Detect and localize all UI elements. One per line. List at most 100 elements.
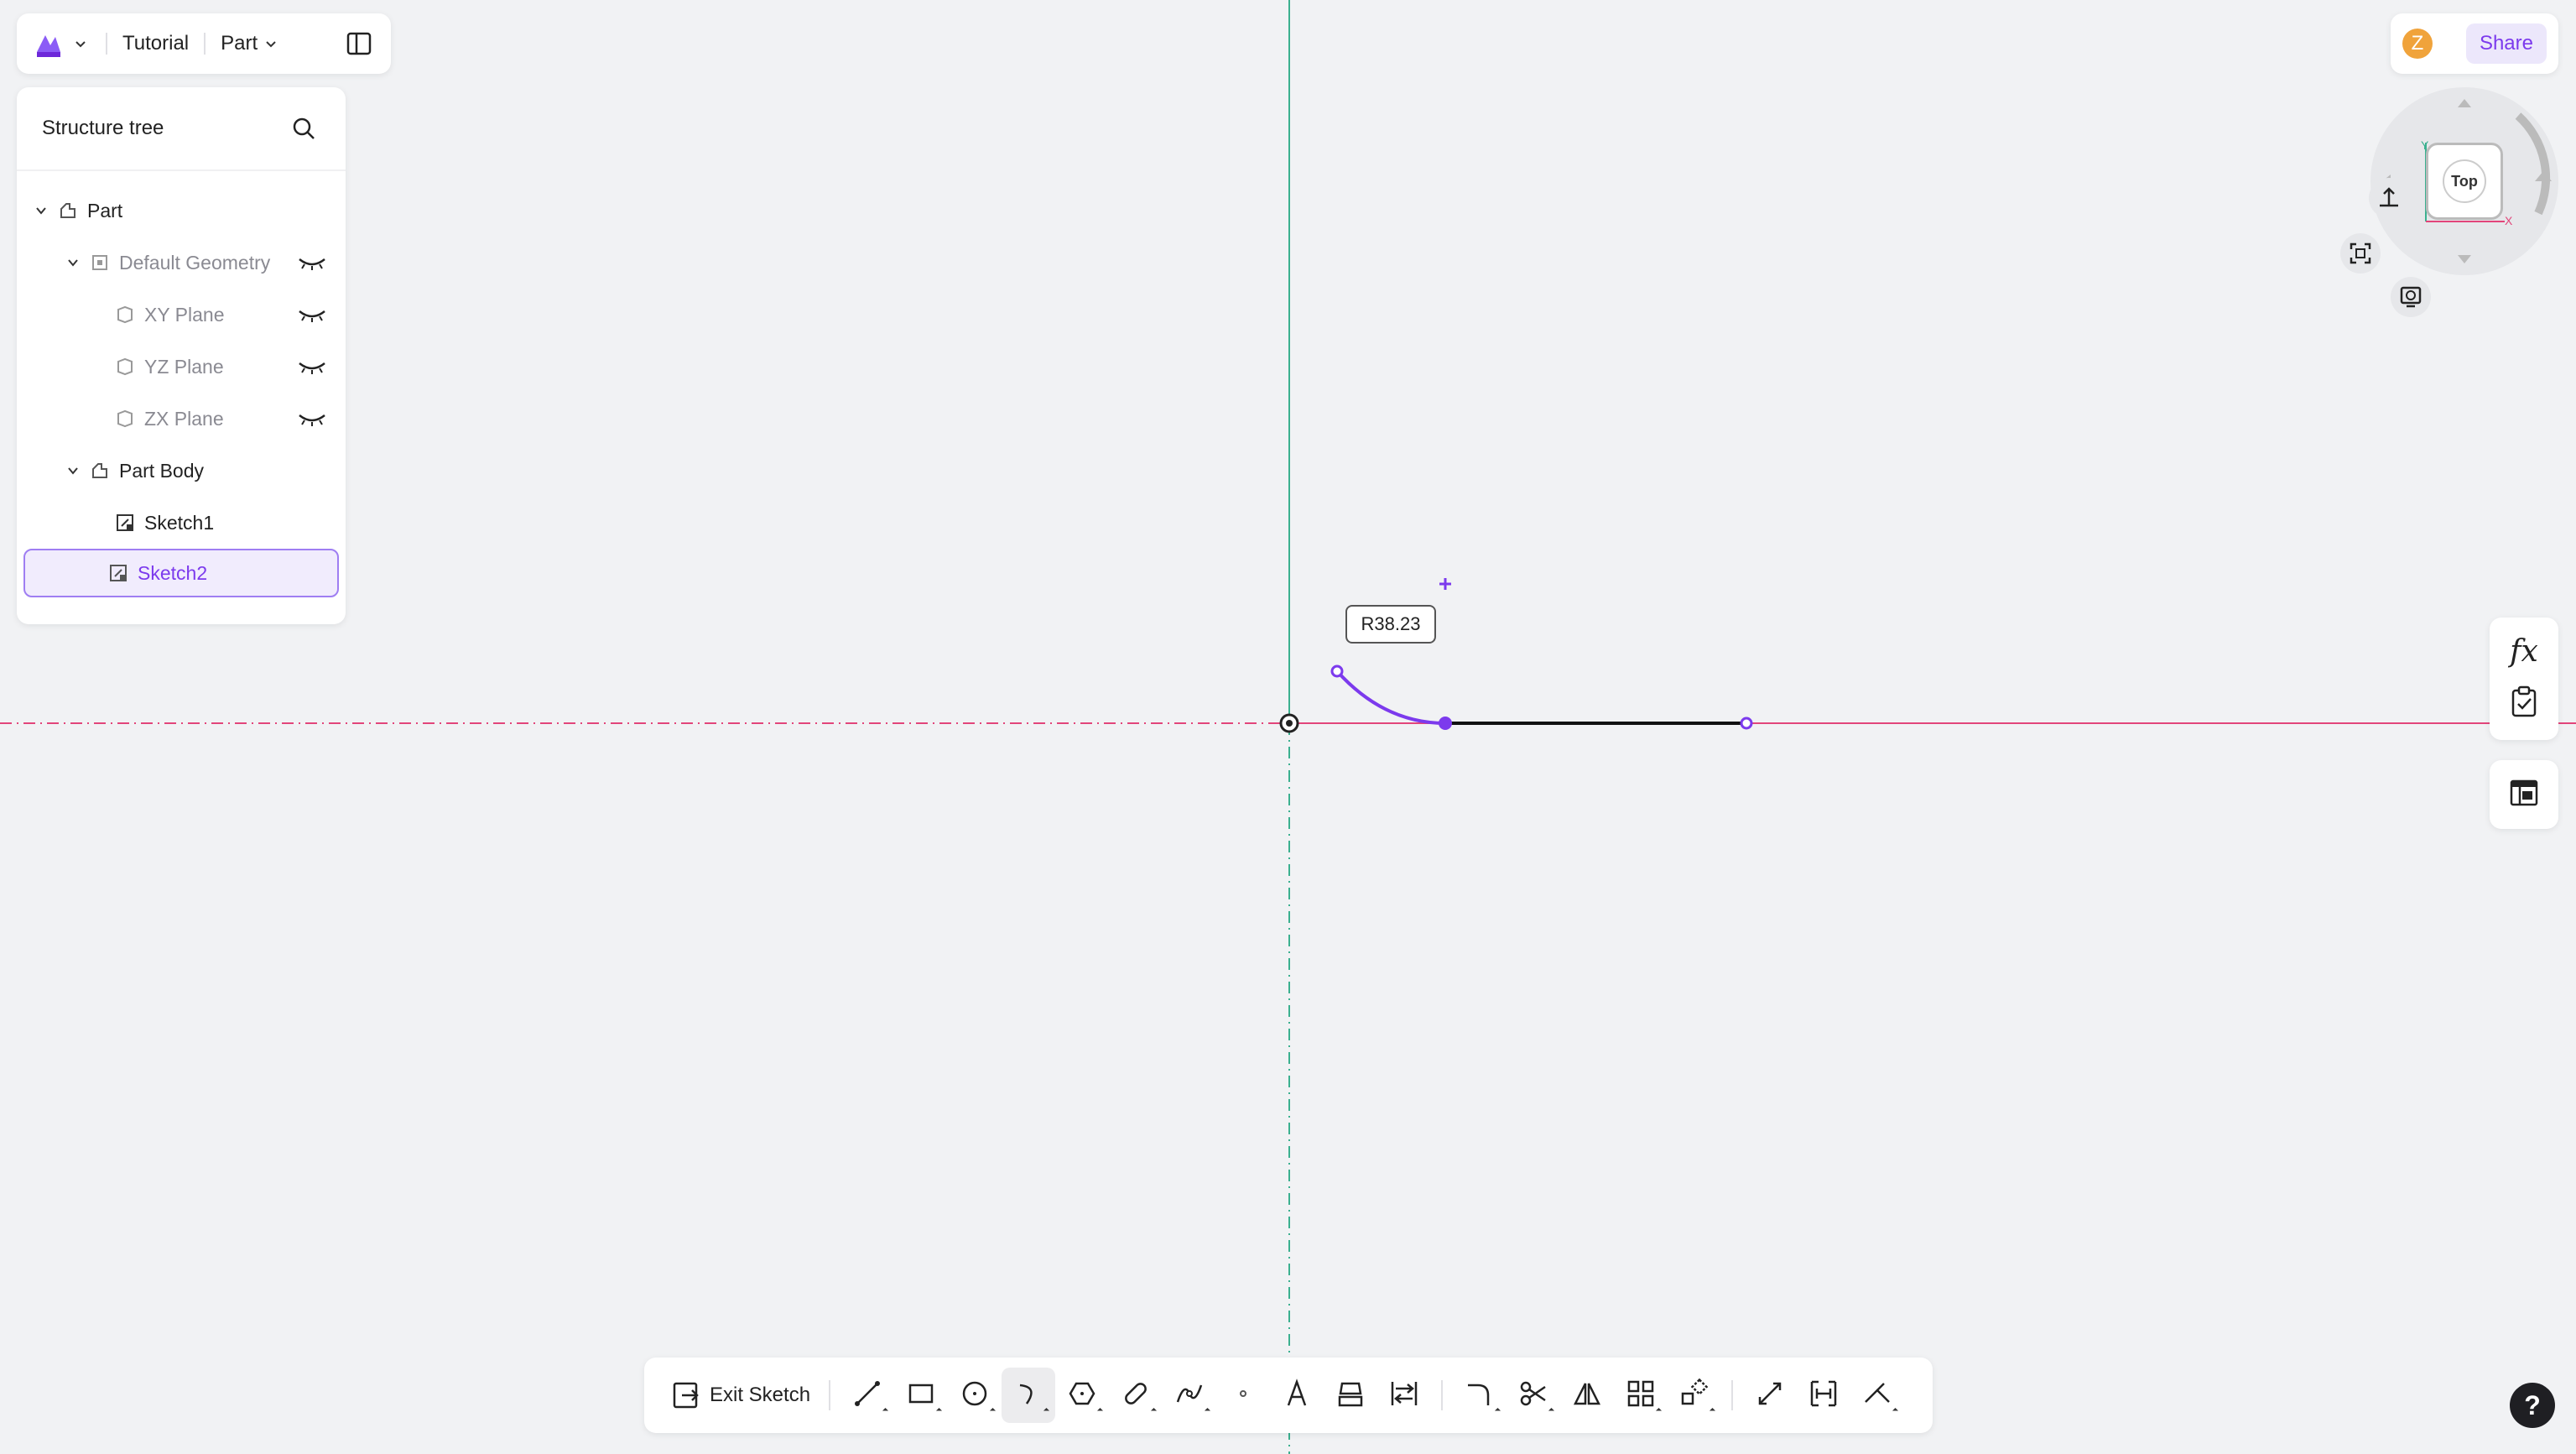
tree-item-label: XY Plane bbox=[144, 303, 225, 326]
tree-item-label: Sketch2 bbox=[138, 561, 208, 584]
tree-item-label: YZ Plane bbox=[144, 355, 224, 378]
expand-icon bbox=[1151, 1407, 1158, 1415]
checklist-icon[interactable] bbox=[2510, 685, 2538, 723]
transform-icon bbox=[1679, 1378, 1710, 1413]
circle-tool[interactable] bbox=[948, 1368, 1002, 1423]
text-tool[interactable] bbox=[1270, 1368, 1324, 1423]
exit-sketch-button[interactable]: Exit Sketch bbox=[663, 1370, 819, 1420]
chevron-down-icon[interactable] bbox=[32, 201, 50, 220]
expand-icon bbox=[1892, 1407, 1899, 1415]
project-tool[interactable] bbox=[1324, 1368, 1377, 1423]
expand-icon bbox=[1710, 1407, 1716, 1415]
spline-tool[interactable] bbox=[1163, 1368, 1216, 1423]
top-left-toolbar: Tutorial Part bbox=[17, 13, 391, 74]
fillet-tool[interactable] bbox=[1453, 1368, 1507, 1423]
structure-tree-header: Structure tree bbox=[17, 87, 346, 171]
view-mode-icon[interactable] bbox=[2391, 277, 2431, 317]
cube-face-label: Top bbox=[2443, 159, 2486, 203]
eye-closed-icon[interactable] bbox=[297, 305, 327, 325]
text-icon bbox=[1282, 1378, 1312, 1413]
axis-x-label: X bbox=[2505, 214, 2513, 227]
avatar[interactable]: Z bbox=[2402, 29, 2433, 59]
polygon-tool[interactable] bbox=[1055, 1368, 1109, 1423]
expand-icon bbox=[1205, 1407, 1211, 1415]
orientation-icon[interactable] bbox=[2369, 178, 2409, 218]
share-button[interactable]: Share bbox=[2465, 23, 2547, 64]
zoom-fit-icon[interactable] bbox=[2340, 233, 2381, 274]
divider bbox=[829, 1380, 831, 1410]
right-tools-panel-2 bbox=[2490, 760, 2558, 829]
arc-tool[interactable] bbox=[1002, 1368, 1056, 1423]
angle-tool[interactable] bbox=[1850, 1368, 1904, 1423]
structure-tree-panel: Structure tree Part Default Geometry XY … bbox=[17, 87, 346, 624]
mode-dropdown[interactable]: Part bbox=[221, 32, 281, 55]
tree-item-default-geometry[interactable]: Default Geometry bbox=[23, 238, 339, 287]
chevron-down-icon[interactable] bbox=[64, 461, 82, 480]
chevron-down-icon[interactable] bbox=[70, 34, 91, 54]
expand-icon bbox=[1548, 1407, 1555, 1415]
chevron-down-icon bbox=[261, 34, 281, 54]
eye-closed-icon[interactable] bbox=[297, 409, 327, 429]
line-endpoint[interactable] bbox=[1740, 717, 1753, 730]
tree-item-sketch2[interactable]: Sketch2 bbox=[23, 549, 339, 597]
tree-item-zx-plane[interactable]: ZX Plane bbox=[23, 394, 339, 443]
divider bbox=[204, 33, 206, 55]
dimension-icon bbox=[1755, 1378, 1785, 1413]
tree-item-label: Default Geometry bbox=[119, 251, 271, 274]
polygon-icon bbox=[1067, 1378, 1097, 1413]
arc-end-point[interactable] bbox=[1439, 717, 1452, 730]
project-title[interactable]: Tutorial bbox=[122, 32, 189, 55]
tree-item-label: ZX Plane bbox=[144, 407, 224, 430]
constraint-icon bbox=[1808, 1378, 1839, 1413]
help-button[interactable]: ? bbox=[2510, 1383, 2555, 1428]
tree-item-part[interactable]: Part bbox=[23, 186, 339, 235]
constraint-tool[interactable] bbox=[1797, 1368, 1850, 1423]
line-tool[interactable] bbox=[840, 1368, 894, 1423]
fx-icon[interactable]: fx bbox=[2510, 634, 2538, 669]
dimension-tool[interactable] bbox=[1743, 1368, 1797, 1423]
part-icon bbox=[55, 198, 81, 223]
expand-icon bbox=[882, 1407, 889, 1415]
panel-toggle-icon[interactable] bbox=[341, 25, 377, 62]
tree-item-yz-plane[interactable]: YZ Plane bbox=[23, 342, 339, 391]
grid-pattern-icon bbox=[1626, 1378, 1656, 1413]
sketch-arc[interactable] bbox=[1335, 670, 1446, 725]
convert-tool[interactable] bbox=[1377, 1368, 1431, 1423]
mirror-icon bbox=[1572, 1378, 1602, 1413]
origin-dot bbox=[1286, 720, 1293, 727]
point-icon bbox=[1228, 1378, 1258, 1413]
eye-closed-icon[interactable] bbox=[297, 357, 327, 377]
mode-label: Part bbox=[221, 32, 258, 55]
fillet-icon bbox=[1465, 1378, 1495, 1413]
tree-item-xy-plane[interactable]: XY Plane bbox=[23, 290, 339, 339]
tree-item-sketch1[interactable]: Sketch1 bbox=[23, 498, 339, 547]
cube-face-top[interactable]: Top bbox=[2426, 143, 2503, 220]
search-icon[interactable] bbox=[287, 112, 320, 145]
point-tool[interactable] bbox=[1216, 1368, 1270, 1423]
transform-tool[interactable] bbox=[1668, 1368, 1721, 1423]
angle-icon bbox=[1862, 1378, 1892, 1413]
tree-item-label: Sketch1 bbox=[144, 511, 215, 534]
eye-closed-icon[interactable] bbox=[297, 253, 327, 273]
slot-tool[interactable] bbox=[1109, 1368, 1163, 1423]
tree-item-part-body[interactable]: Part Body bbox=[23, 446, 339, 495]
mirror-tool[interactable] bbox=[1560, 1368, 1614, 1423]
expand-icon bbox=[990, 1407, 997, 1415]
project-icon bbox=[1335, 1378, 1366, 1413]
chevron-down-icon[interactable] bbox=[64, 253, 82, 272]
rectangle-tool[interactable] bbox=[894, 1368, 948, 1423]
exit-sketch-label: Exit Sketch bbox=[710, 1384, 811, 1406]
logo-icon[interactable] bbox=[30, 25, 67, 62]
arc-start-point[interactable] bbox=[1330, 664, 1344, 678]
trim-tool[interactable] bbox=[1507, 1368, 1560, 1423]
divider bbox=[1441, 1380, 1444, 1410]
radius-dimension-label[interactable]: R38.23 bbox=[1345, 605, 1436, 644]
table-icon[interactable] bbox=[2509, 778, 2539, 812]
share-panel: Z Share bbox=[2391, 13, 2558, 74]
sketch-canvas[interactable] bbox=[0, 0, 2576, 1454]
plane-icon bbox=[112, 302, 138, 327]
geometry-icon bbox=[87, 250, 112, 275]
rectangle-icon bbox=[906, 1378, 936, 1413]
expand-icon bbox=[1043, 1407, 1050, 1415]
pattern-tool[interactable] bbox=[1614, 1368, 1668, 1423]
